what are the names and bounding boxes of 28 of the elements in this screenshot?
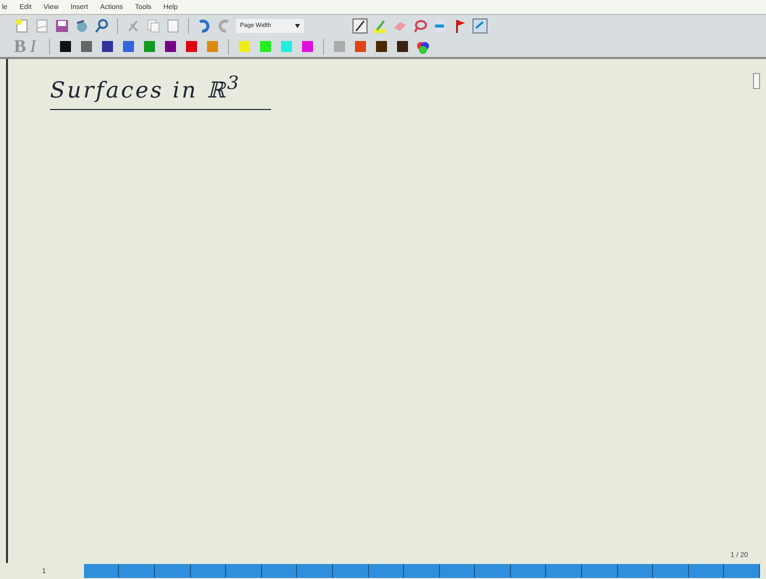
color-swatch[interactable] [165, 41, 176, 52]
color-swatch[interactable] [397, 41, 408, 52]
color-swatch[interactable] [302, 41, 313, 52]
paste-icon[interactable] [165, 18, 181, 34]
color-swatch[interactable] [123, 41, 134, 52]
lasso-icon[interactable] [412, 18, 428, 34]
color-swatch[interactable] [207, 41, 218, 52]
new-page-icon[interactable] [14, 18, 30, 34]
color-swatch[interactable] [355, 41, 366, 52]
caret-icon [295, 24, 300, 28]
color-swatch[interactable] [260, 41, 271, 52]
color-swatch[interactable] [376, 41, 387, 52]
handwritten-title: Surfaces in ℝ$^{3}$ [50, 73, 271, 110]
color-swatch[interactable] [60, 41, 71, 52]
color-swatch[interactable] [334, 41, 345, 52]
search-icon[interactable] [94, 18, 110, 34]
color-swatch[interactable] [102, 41, 113, 52]
redo-icon[interactable] [216, 18, 232, 34]
scroll-handle[interactable] [753, 73, 760, 89]
color-swatch[interactable] [144, 41, 155, 52]
copy-icon[interactable] [145, 18, 161, 34]
save-icon[interactable] [54, 18, 70, 34]
color-swatch[interactable] [81, 41, 92, 52]
pen-icon[interactable] [352, 18, 368, 34]
color-swatch[interactable] [239, 41, 250, 52]
color-swatch[interactable] [186, 41, 197, 52]
color-swatch[interactable] [281, 41, 292, 52]
undo-icon[interactable] [196, 18, 212, 34]
